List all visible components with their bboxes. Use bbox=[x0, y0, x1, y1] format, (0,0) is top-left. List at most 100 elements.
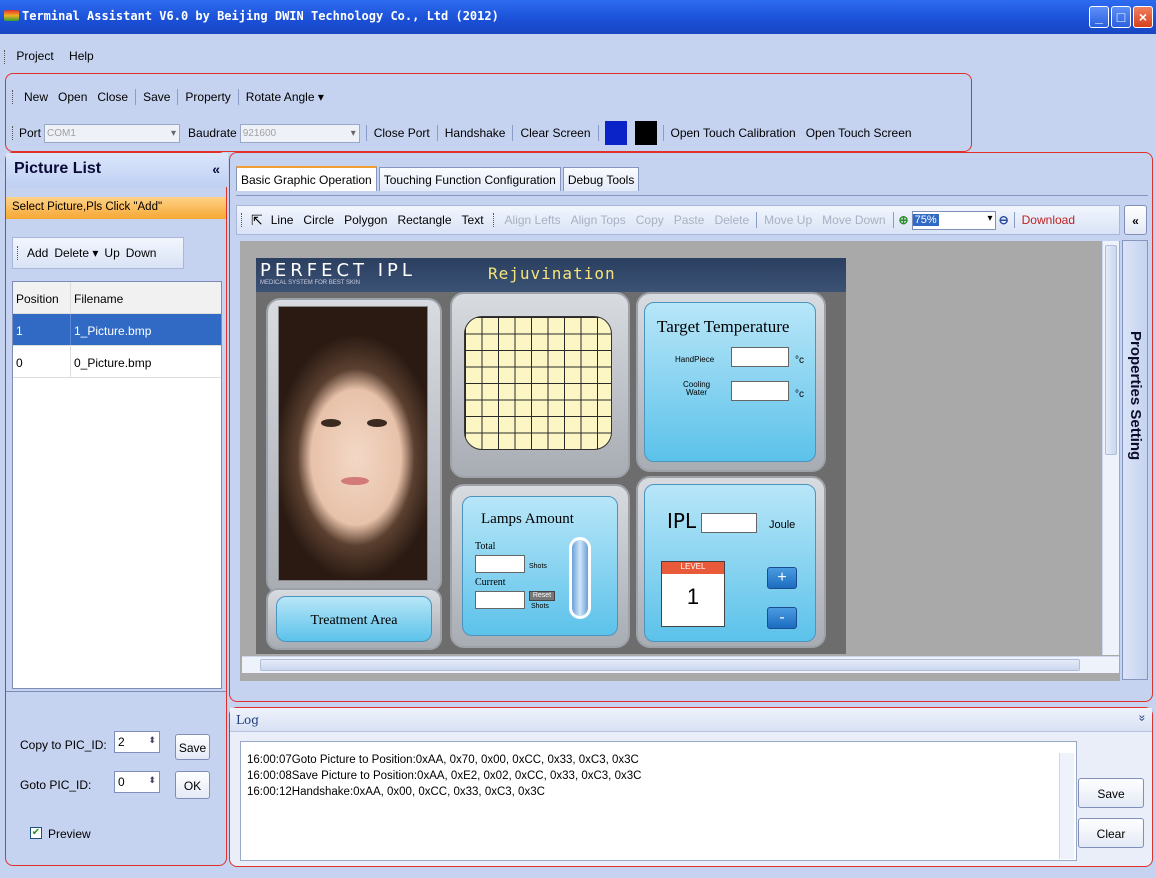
align-lefts-button[interactable]: Align Lefts bbox=[500, 213, 566, 227]
clear-screen-button[interactable]: Clear Screen bbox=[515, 126, 595, 140]
horizontal-scrollbar[interactable] bbox=[242, 656, 1119, 673]
zoom-out-icon[interactable]: ⊖ bbox=[996, 213, 1012, 227]
port-select[interactable]: COM1 bbox=[44, 123, 181, 143]
preview-checkbox[interactable]: ✔ bbox=[30, 827, 42, 839]
open-touch-screen-button[interactable]: Open Touch Screen bbox=[801, 126, 917, 140]
column-position[interactable]: Position bbox=[13, 282, 71, 313]
properties-side-panel[interactable]: Properties Setting bbox=[1122, 240, 1148, 680]
toolbar-grip[interactable] bbox=[12, 126, 15, 140]
current-label: Current bbox=[475, 577, 506, 588]
add-button[interactable]: Add bbox=[24, 246, 51, 260]
lamp-gauge bbox=[569, 537, 591, 619]
delete-button[interactable]: Delete bbox=[709, 213, 754, 227]
current-shots-field[interactable] bbox=[475, 591, 525, 609]
table-row[interactable]: 0 0_Picture.bmp bbox=[13, 346, 221, 378]
log-save-button[interactable]: Save bbox=[1078, 778, 1144, 808]
polygon-tool[interactable]: Polygon bbox=[339, 213, 392, 227]
reset-button[interactable]: Reset bbox=[529, 591, 555, 601]
toolbar-grip[interactable] bbox=[492, 213, 496, 227]
property-button[interactable]: Property bbox=[180, 90, 235, 104]
goto-stepper[interactable]: 0 ⬍ bbox=[114, 771, 160, 793]
pointer-icon[interactable]: ⇱ bbox=[248, 212, 266, 229]
paste-button[interactable]: Paste bbox=[669, 213, 710, 227]
ipl-panel: IPL Joule LEVEL 1 + - bbox=[644, 484, 816, 642]
tab-touch-config[interactable]: Touching Function Configuration bbox=[378, 167, 561, 191]
level-plus-button[interactable]: + bbox=[767, 567, 797, 589]
log-output[interactable]: 16:00:07Goto Picture to Position:0xAA, 0… bbox=[240, 741, 1077, 861]
text-tool[interactable]: Text bbox=[457, 213, 489, 227]
delete-dropdown[interactable]: Delete ▾ bbox=[51, 246, 101, 260]
down-button[interactable]: Down bbox=[123, 246, 160, 260]
total-shots-field[interactable] bbox=[475, 555, 525, 573]
zoom-select[interactable]: 75% ▾ bbox=[911, 210, 996, 230]
log-header: Log » bbox=[230, 708, 1152, 732]
column-filename[interactable]: Filename bbox=[71, 282, 221, 313]
move-down-button[interactable]: Move Down bbox=[817, 213, 890, 227]
open-touch-calibration-button[interactable]: Open Touch Calibration bbox=[666, 126, 801, 140]
menu-grip[interactable] bbox=[4, 49, 7, 64]
level-minus-button[interactable]: - bbox=[767, 607, 797, 629]
handpiece-temp-field[interactable] bbox=[731, 347, 789, 367]
close-project-button[interactable]: Close bbox=[92, 90, 133, 104]
table-header: Position Filename bbox=[13, 282, 221, 314]
scroll-thumb[interactable] bbox=[1105, 245, 1117, 455]
scroll-thumb[interactable] bbox=[260, 659, 1080, 671]
copy-button[interactable]: Copy bbox=[631, 213, 669, 227]
menu-project[interactable]: Project bbox=[10, 46, 59, 66]
separator bbox=[135, 89, 137, 105]
tab-debug-tools[interactable]: Debug Tools bbox=[562, 167, 640, 191]
table-row[interactable]: 1 1_Picture.bmp bbox=[13, 314, 221, 346]
zoom-in-icon[interactable]: ⊕ bbox=[896, 213, 912, 227]
cooling-water-temp-field[interactable] bbox=[731, 381, 789, 401]
open-button[interactable]: Open bbox=[53, 90, 92, 104]
skin-grid[interactable] bbox=[464, 316, 612, 450]
save-button[interactable]: Save bbox=[138, 90, 175, 104]
tab-basic-graphic[interactable]: Basic Graphic Operation bbox=[236, 166, 377, 191]
ipl-energy-field[interactable] bbox=[701, 513, 757, 533]
move-up-button[interactable]: Move Up bbox=[759, 213, 817, 227]
line-tool[interactable]: Line bbox=[266, 213, 299, 227]
menu-help[interactable]: Help bbox=[63, 46, 100, 66]
up-button[interactable]: Up bbox=[101, 246, 122, 260]
log-scrollbar[interactable] bbox=[1059, 753, 1074, 859]
minimize-button[interactable]: _ bbox=[1089, 6, 1109, 28]
handshake-button[interactable]: Handshake bbox=[440, 126, 511, 140]
rotate-angle-dropdown[interactable]: Rotate Angle ▾ bbox=[241, 90, 329, 104]
vertical-scrollbar[interactable] bbox=[1102, 241, 1119, 655]
circle-tool[interactable]: Circle bbox=[298, 213, 339, 227]
baudrate-select[interactable]: 921600 bbox=[239, 123, 360, 143]
picture-list-title: Picture List bbox=[14, 160, 102, 177]
temperature-panel: Target Temperature HandPiece °c Cooling W… bbox=[644, 302, 816, 462]
treatment-area-button[interactable]: Treatment Area bbox=[276, 596, 432, 642]
collapse-properties-icon[interactable]: « bbox=[1124, 205, 1147, 235]
close-button[interactable]: × bbox=[1133, 6, 1153, 28]
collapse-log-icon[interactable]: » bbox=[1136, 715, 1150, 722]
chevron-down-icon[interactable]: ▾ bbox=[988, 213, 993, 224]
background-color-swatch[interactable] bbox=[634, 121, 657, 145]
new-button[interactable]: New bbox=[19, 90, 53, 104]
close-port-button[interactable]: Close Port bbox=[369, 126, 435, 140]
shots-label: Shots bbox=[531, 603, 549, 610]
rectangle-tool[interactable]: Rectangle bbox=[392, 213, 456, 227]
download-button[interactable]: Download bbox=[1017, 213, 1080, 227]
toolbar-grip[interactable] bbox=[241, 213, 244, 227]
stepper-arrows-icon[interactable]: ⬍ bbox=[148, 735, 156, 746]
screen-picture[interactable]: PERFECT IPL MEDICAL SYSTEM FOR BEST SKIN… bbox=[256, 258, 846, 654]
stepper-arrows-icon[interactable]: ⬍ bbox=[148, 775, 156, 786]
handpiece-label: HandPiece bbox=[675, 355, 715, 364]
collapse-left-icon[interactable]: « bbox=[212, 161, 220, 177]
app-icon bbox=[4, 10, 19, 21]
goto-ok-button[interactable]: OK bbox=[175, 771, 210, 799]
foreground-color-swatch[interactable] bbox=[604, 121, 627, 145]
maximize-button[interactable]: □ bbox=[1111, 6, 1131, 28]
copy-to-value: 2 bbox=[118, 735, 125, 749]
log-clear-button[interactable]: Clear bbox=[1078, 818, 1144, 848]
align-tops-button[interactable]: Align Tops bbox=[566, 213, 631, 227]
shots-label: Shots bbox=[529, 563, 547, 570]
level-box: LEVEL 1 bbox=[661, 561, 725, 627]
toolbar-grip[interactable] bbox=[17, 246, 20, 260]
picture-list-header: Picture List « bbox=[6, 153, 228, 187]
copy-to-stepper[interactable]: 2 ⬍ bbox=[114, 731, 160, 753]
toolbar-grip[interactable] bbox=[12, 90, 15, 104]
copy-save-button[interactable]: Save bbox=[175, 734, 210, 760]
